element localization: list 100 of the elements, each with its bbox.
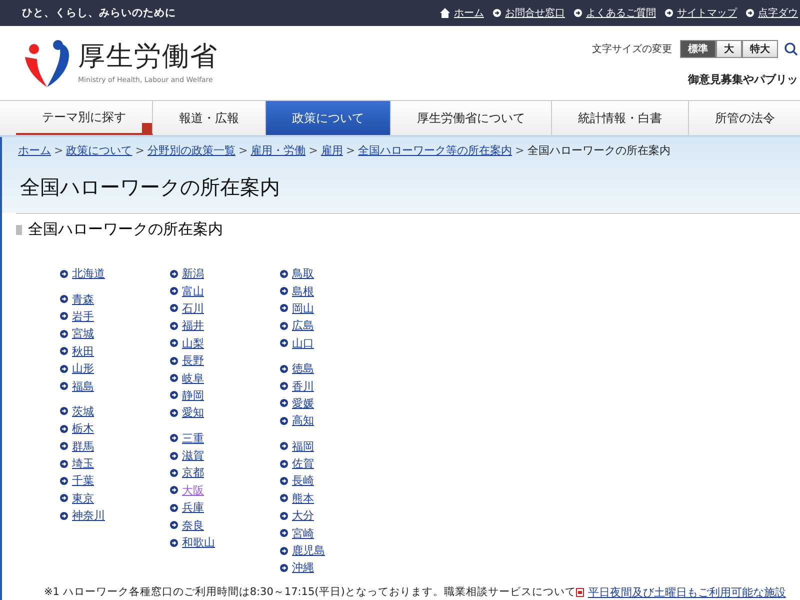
top-link[interactable]: お問合せ窓口 bbox=[493, 6, 565, 20]
page-title: 全国ハローワークの所在案内 bbox=[20, 174, 281, 201]
top-link[interactable]: サイトマップ bbox=[665, 6, 737, 20]
prefecture-link[interactable]: 山形 bbox=[72, 361, 94, 376]
font-size-button[interactable]: 標準 bbox=[680, 40, 716, 58]
bullet-arrow-icon bbox=[170, 408, 178, 417]
prefecture-link[interactable]: 福井 bbox=[182, 318, 204, 334]
prefecture-link[interactable]: 福岡 bbox=[292, 438, 314, 454]
bullet-arrow-icon bbox=[280, 442, 288, 450]
prefecture-link[interactable]: 奈良 bbox=[182, 518, 204, 533]
prefecture-link[interactable]: 京都 bbox=[182, 465, 204, 480]
top-link[interactable]: ホーム bbox=[440, 6, 484, 20]
bullet-arrow-icon bbox=[60, 442, 68, 450]
prefecture-link[interactable]: 佐賀 bbox=[292, 456, 314, 472]
prefecture-link[interactable]: 千葉 bbox=[72, 473, 94, 488]
bullet-arrow-icon bbox=[60, 494, 68, 502]
prefecture-link[interactable]: 愛知 bbox=[182, 405, 204, 420]
nav-tab[interactable]: 政策について bbox=[266, 101, 391, 135]
prefecture-link[interactable]: 栃木 bbox=[72, 421, 94, 436]
prefecture-link[interactable]: 岩手 bbox=[72, 308, 94, 324]
prefecture-link[interactable]: 神奈川 bbox=[72, 508, 105, 524]
prefecture-link[interactable]: 沖縄 bbox=[292, 560, 314, 576]
prefecture-link[interactable]: 宮崎 bbox=[292, 526, 314, 541]
bullet-arrow-icon bbox=[280, 364, 288, 373]
prefecture-link[interactable]: 岐阜 bbox=[182, 370, 204, 386]
top-link[interactable]: 点字ダウ bbox=[746, 6, 798, 20]
bullet-arrow-icon bbox=[665, 9, 673, 17]
breadcrumb-separator: > bbox=[238, 144, 248, 157]
prefecture-link[interactable]: 青森 bbox=[72, 292, 94, 307]
bullet-arrow-icon bbox=[60, 424, 68, 433]
bullet-arrow-icon bbox=[60, 312, 68, 320]
prefecture-link[interactable]: 徳島 bbox=[292, 361, 314, 376]
prefecture-link[interactable]: 岡山 bbox=[292, 300, 314, 316]
nav-tab[interactable]: テーマ別に探す bbox=[16, 101, 153, 135]
bullet-arrow-icon bbox=[280, 399, 288, 408]
prefecture-link[interactable]: 滋賀 bbox=[182, 448, 204, 464]
prefecture-link[interactable]: 秋田 bbox=[72, 344, 94, 359]
prefecture-link[interactable]: 新潟 bbox=[182, 266, 204, 282]
prefecture-link[interactable]: 東京 bbox=[72, 490, 94, 506]
prefecture-link[interactable]: 高知 bbox=[292, 413, 314, 428]
bullet-arrow-icon bbox=[60, 347, 68, 356]
prefecture-link[interactable]: 和歌山 bbox=[182, 535, 215, 550]
breadcrumb-link[interactable]: 分野別の政策一覧 bbox=[147, 143, 236, 158]
top-link[interactable]: よくあるご質問 bbox=[574, 6, 656, 20]
bullet-arrow-icon bbox=[60, 407, 68, 416]
prefecture-link[interactable]: 北海道 bbox=[72, 266, 105, 282]
font-size-button[interactable]: 大 bbox=[716, 40, 742, 58]
search-icon[interactable] bbox=[784, 42, 798, 56]
bullet-arrow-icon bbox=[170, 322, 178, 330]
bullet-arrow-icon bbox=[170, 339, 178, 348]
prefecture-link[interactable]: 愛媛 bbox=[292, 396, 314, 411]
bullet-arrow-icon bbox=[280, 476, 288, 485]
prefecture-link[interactable]: 富山 bbox=[182, 284, 204, 299]
bullet-arrow-icon bbox=[60, 460, 68, 468]
dropdown-corner-icon bbox=[142, 123, 152, 133]
prefecture-link[interactable]: 山口 bbox=[292, 336, 314, 351]
document-icon bbox=[576, 588, 584, 597]
prefecture-link[interactable]: 島根 bbox=[292, 284, 314, 299]
bullet-arrow-icon bbox=[170, 468, 178, 477]
prefecture-link[interactable]: 静岡 bbox=[182, 388, 204, 403]
prefecture-link[interactable]: 福島 bbox=[72, 378, 94, 394]
breadcrumb-link[interactable]: 雇用・労働 bbox=[250, 143, 306, 158]
prefecture-link[interactable]: 山梨 bbox=[182, 336, 204, 351]
heading-marker-icon bbox=[16, 224, 22, 234]
breadcrumb-link[interactable]: 全国ハローワーク等の所在案内 bbox=[358, 143, 512, 158]
prefecture-link[interactable]: 長崎 bbox=[292, 473, 314, 488]
bullet-arrow-icon bbox=[280, 270, 288, 278]
prefecture-link[interactable]: 群馬 bbox=[72, 438, 94, 454]
prefecture-link[interactable]: 広島 bbox=[292, 318, 314, 334]
bullet-arrow-icon bbox=[280, 322, 288, 330]
breadcrumb-separator: > bbox=[346, 144, 356, 157]
prefecture-link[interactable]: 石川 bbox=[182, 300, 204, 316]
prefecture-link[interactable]: 埼玉 bbox=[72, 456, 94, 472]
bullet-arrow-icon bbox=[170, 434, 178, 442]
font-size-button[interactable]: 特大 bbox=[742, 40, 778, 58]
prefecture-link[interactable]: 大阪 bbox=[182, 482, 204, 498]
prefecture-link[interactable]: 長野 bbox=[182, 353, 204, 368]
bullet-arrow-icon bbox=[170, 287, 178, 296]
prefecture-link[interactable]: 宮城 bbox=[72, 326, 94, 342]
bullet-arrow-icon bbox=[170, 521, 178, 530]
prefecture-link[interactable]: 熊本 bbox=[292, 490, 314, 506]
breadcrumb-separator: > bbox=[515, 144, 524, 157]
prefecture-link[interactable]: 三重 bbox=[182, 430, 204, 446]
breadcrumb-link[interactable]: ホーム bbox=[18, 143, 51, 158]
prefecture-link[interactable]: 鹿児島 bbox=[292, 543, 325, 558]
prefecture-link[interactable]: 大分 bbox=[292, 508, 314, 524]
footnote-text: ※1 ハローワーク各種窓口のご利用時間は8:30～17:15(平日)となっております。職業相談サービスについて bbox=[44, 585, 576, 600]
prefecture-link[interactable]: 鳥取 bbox=[292, 266, 314, 282]
prefecture-link[interactable]: 兵庫 bbox=[182, 500, 204, 516]
breadcrumb-link[interactable]: 雇用 bbox=[320, 143, 343, 158]
breadcrumb-link[interactable]: 政策について bbox=[66, 143, 132, 158]
footnote-link[interactable]: 平日夜間及び土曜日もご利用可能な施設 bbox=[588, 584, 786, 600]
bullet-arrow-icon bbox=[746, 9, 754, 17]
bullet-arrow-icon bbox=[170, 538, 178, 547]
bullet-arrow-icon bbox=[493, 9, 501, 17]
ministry-logo-icon bbox=[22, 37, 72, 89]
bullet-arrow-icon bbox=[280, 460, 288, 468]
site-tagline: ひと、くらし、みらいのために bbox=[22, 6, 177, 20]
prefecture-link[interactable]: 香川 bbox=[292, 378, 314, 394]
prefecture-link[interactable]: 茨城 bbox=[72, 404, 94, 419]
